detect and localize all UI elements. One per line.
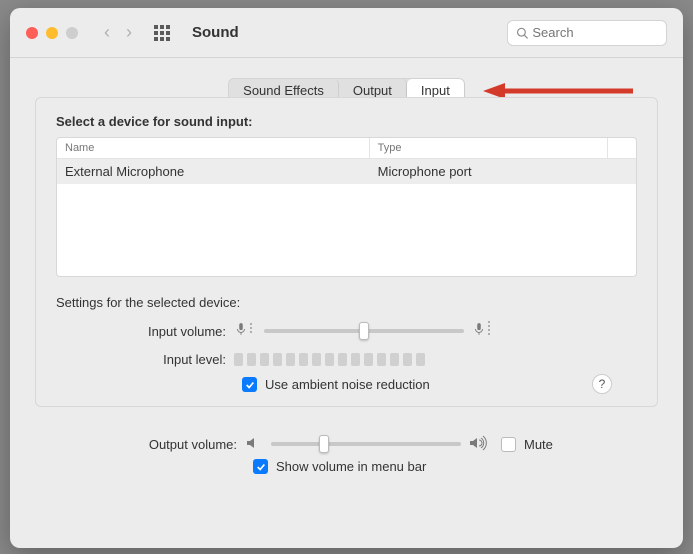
show-menu-checkbox[interactable] <box>253 459 268 474</box>
show-menu-label: Show volume in menu bar <box>276 459 426 474</box>
input-panel: Select a device for sound input: Name Ty… <box>35 97 658 407</box>
help-button[interactable]: ? <box>592 374 612 394</box>
noise-reduction-checkbox[interactable] <box>242 377 257 392</box>
search-field[interactable] <box>507 20 667 46</box>
input-level-label: Input level: <box>56 352 234 367</box>
noise-reduction-label: Use ambient noise reduction <box>265 377 430 392</box>
back-button[interactable]: ‹ <box>104 22 110 43</box>
select-device-label: Select a device for sound input: <box>56 114 637 129</box>
device-type-cell: Microphone port <box>370 159 636 184</box>
table-row[interactable]: External Microphone Microphone port <box>57 159 636 184</box>
settings-label: Settings for the selected device: <box>56 295 637 310</box>
mute-checkbox[interactable] <box>501 437 516 452</box>
mic-high-icon <box>472 320 494 342</box>
show-all-icon[interactable] <box>154 25 170 41</box>
input-volume-slider[interactable] <box>264 329 464 333</box>
titlebar: ‹ › Sound <box>10 8 683 58</box>
zoom-window-button[interactable] <box>66 27 78 39</box>
mute-label: Mute <box>524 437 553 452</box>
minimize-window-button[interactable] <box>46 27 58 39</box>
device-name-cell: External Microphone <box>57 159 370 184</box>
forward-button[interactable]: › <box>126 22 132 43</box>
show-menu-row: Show volume in menu bar <box>253 459 658 474</box>
input-volume-row: Input volume: <box>56 320 637 342</box>
speaker-low-icon <box>245 435 263 453</box>
output-volume-slider[interactable] <box>271 442 461 446</box>
search-input[interactable] <box>532 25 658 40</box>
nav-arrows: ‹ › <box>104 22 132 43</box>
speaker-high-icon <box>469 435 487 453</box>
output-volume-label: Output volume: <box>35 437 245 452</box>
input-level-row: Input level: <box>56 352 637 367</box>
close-window-button[interactable] <box>26 27 38 39</box>
window-title: Sound <box>192 24 239 41</box>
input-volume-label: Input volume: <box>56 324 234 339</box>
sound-preferences-window: ‹ › Sound Sound Effects Output Input <box>10 8 683 548</box>
traffic-lights <box>26 27 78 39</box>
footer: Output volume: Mute Show volume in menu … <box>10 417 683 474</box>
output-volume-row: Output volume: Mute <box>35 435 658 453</box>
device-table: Name Type External Microphone Microphone… <box>56 137 637 277</box>
column-name[interactable]: Name <box>57 138 370 158</box>
search-icon <box>516 26 528 40</box>
column-type[interactable]: Type <box>370 138 608 158</box>
noise-reduction-row: Use ambient noise reduction <box>242 377 637 392</box>
mic-low-icon <box>234 320 256 342</box>
table-header: Name Type <box>57 138 636 159</box>
input-level-meter <box>234 353 425 366</box>
